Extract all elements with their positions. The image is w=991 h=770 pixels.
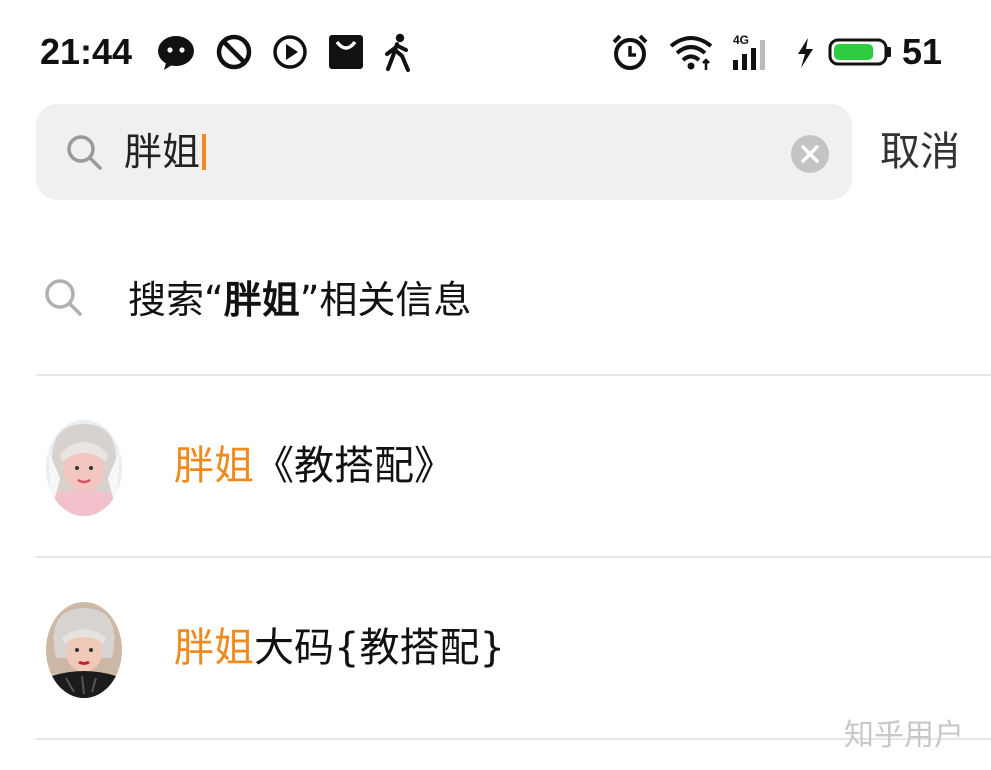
battery-icon bbox=[826, 32, 894, 72]
play-icon bbox=[270, 32, 310, 72]
signal-icon: 4G bbox=[730, 32, 776, 72]
result-row[interactable]: 胖姐大码{教搭配} bbox=[0, 560, 991, 738]
search-icon bbox=[64, 132, 104, 172]
status-bar: 21:44 4G 51 bbox=[0, 0, 991, 96]
watermark-text: 知乎用户 bbox=[844, 718, 964, 753]
wechat-icon bbox=[156, 32, 196, 72]
divider bbox=[36, 556, 991, 558]
search-suggestion-row[interactable]: 搜索“胖姐”相关信息 bbox=[0, 230, 991, 372]
result-title-highlight: 胖姐 bbox=[174, 625, 254, 671]
charging-icon bbox=[792, 32, 818, 72]
avatar bbox=[46, 420, 122, 516]
result-title: 胖姐大码{教搭配} bbox=[174, 620, 505, 676]
suggestion-keyword: 胖姐 bbox=[223, 278, 300, 322]
alarm-icon bbox=[610, 32, 650, 72]
text-caret bbox=[202, 134, 207, 170]
search-query-text: 胖姐 bbox=[124, 130, 201, 174]
result-title: 胖姐《教搭配》 bbox=[174, 438, 454, 494]
search-bar[interactable]: 胖姐 bbox=[36, 104, 852, 200]
result-title-rest: 《教搭配》 bbox=[254, 443, 454, 489]
wifi-icon bbox=[668, 32, 714, 72]
network-type-label: 4G bbox=[733, 33, 749, 47]
search-suggestion-text: 搜索“胖姐”相关信息 bbox=[128, 272, 471, 328]
search-page: 21:44 4G 51 胖姐 取消 搜索“胖姐”相关信息 胖姐《教搭配》 胖姐大… bbox=[0, 0, 991, 770]
avatar bbox=[46, 602, 122, 698]
bag-icon bbox=[326, 32, 366, 72]
suggestion-prefix: 搜索“ bbox=[128, 278, 224, 322]
divider bbox=[36, 374, 991, 376]
clear-search-icon[interactable] bbox=[790, 134, 830, 174]
blocked-icon bbox=[214, 32, 254, 72]
result-title-rest: 大码{教搭配} bbox=[254, 625, 505, 671]
result-title-highlight: 胖姐 bbox=[174, 443, 254, 489]
walking-icon bbox=[378, 32, 418, 72]
battery-level-fill bbox=[834, 44, 874, 60]
cancel-button[interactable]: 取消 bbox=[880, 124, 960, 180]
suggestion-suffix: ”相关信息 bbox=[299, 278, 472, 322]
status-time: 21:44 bbox=[40, 31, 133, 72]
result-row[interactable]: 胖姐《教搭配》 bbox=[0, 378, 991, 556]
battery-percent: 51 bbox=[902, 31, 943, 72]
search-icon bbox=[42, 276, 84, 318]
search-input[interactable]: 胖姐 bbox=[124, 126, 207, 178]
